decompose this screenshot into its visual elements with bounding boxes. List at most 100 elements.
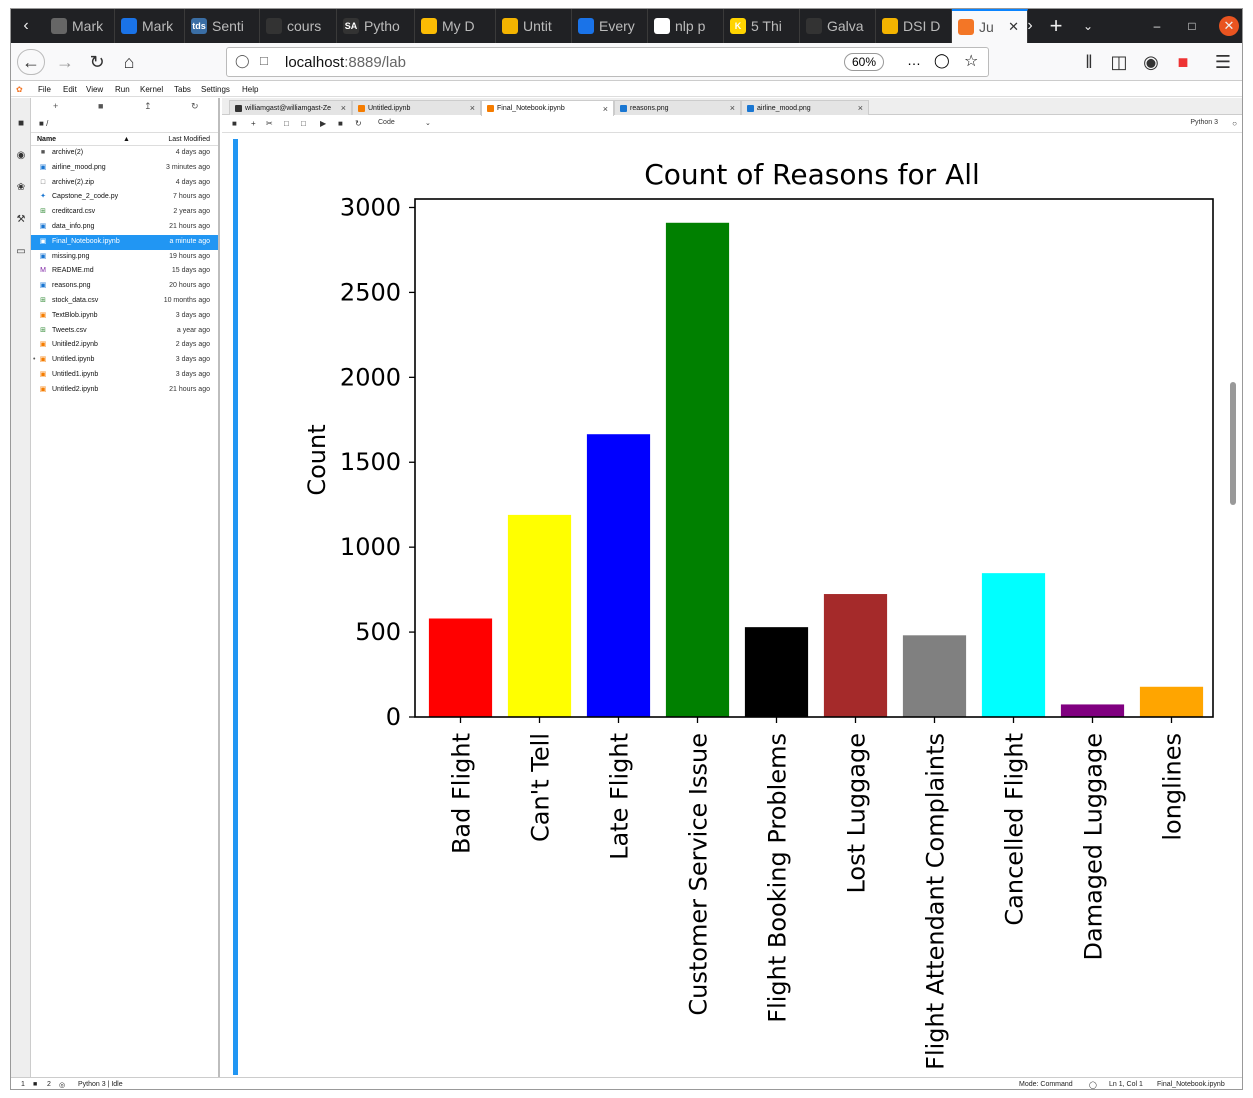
browser-tab[interactable]: K 5 Thi bbox=[724, 9, 800, 43]
paste-icon[interactable]: □ bbox=[301, 119, 306, 128]
file-row[interactable]: ▣ reasons.png 20 hours ago bbox=[31, 279, 218, 294]
restart-icon[interactable]: ↻ bbox=[355, 119, 362, 128]
insert-cell-icon[interactable]: + bbox=[251, 119, 256, 128]
menu-item-kernel[interactable]: Kernel bbox=[140, 85, 163, 94]
close-tab-icon[interactable]: × bbox=[603, 104, 608, 114]
new-tab-icon[interactable]: + bbox=[1041, 9, 1071, 43]
url-bar[interactable]: ◯ □ localhost:8889/lab 60% … ◯ ☆ bbox=[226, 47, 989, 77]
active-cell-indicator[interactable] bbox=[233, 139, 238, 1075]
tabs-icon[interactable]: ▭ bbox=[14, 246, 28, 260]
megaphone-icon[interactable]: ■ bbox=[1169, 49, 1197, 75]
document-tab[interactable]: Final_Notebook.ipynb × bbox=[481, 100, 614, 116]
page-info-icon[interactable]: □ bbox=[260, 53, 268, 68]
zoom-level[interactable]: 60% bbox=[844, 53, 884, 71]
page-actions-icon[interactable]: … bbox=[907, 52, 921, 68]
scrollbar-thumb[interactable] bbox=[1230, 382, 1236, 505]
close-tab-icon[interactable]: × bbox=[858, 103, 863, 113]
menu-item-file[interactable]: File bbox=[38, 85, 51, 94]
file-row[interactable]: ▣ missing.png 19 hours ago bbox=[31, 250, 218, 265]
name-column-header[interactable]: Name bbox=[37, 136, 56, 143]
close-window-icon[interactable]: ✕ bbox=[1214, 9, 1242, 43]
modified-column-header[interactable]: Last Modified bbox=[168, 136, 210, 143]
browser-tab[interactable]: Galva bbox=[800, 9, 876, 43]
breadcrumb[interactable]: ■ / bbox=[31, 116, 218, 132]
save-icon[interactable]: ■ bbox=[232, 119, 237, 128]
upload-icon[interactable]: ↥ bbox=[144, 101, 152, 112]
home-icon[interactable]: ⌂ bbox=[115, 49, 143, 75]
stop-icon[interactable]: ■ bbox=[338, 119, 343, 128]
file-row[interactable]: ▣ Final_Notebook.ipynb a minute ago bbox=[31, 234, 218, 250]
browser-tab[interactable]: DSI D bbox=[876, 9, 952, 43]
sort-caret-icon[interactable]: ▲ bbox=[123, 136, 130, 143]
menu-item-view[interactable]: View bbox=[86, 85, 103, 94]
document-tab[interactable]: Untitled.ipynb × bbox=[352, 100, 481, 115]
file-row[interactable]: ▣ Unitiled2.ipynb 2 days ago bbox=[31, 338, 218, 353]
file-row[interactable]: □ archive(2).zip 4 days ago bbox=[31, 176, 218, 191]
run-icon[interactable]: ▶ bbox=[320, 119, 326, 128]
palette-icon[interactable]: ❀ bbox=[14, 182, 28, 196]
file-row[interactable]: ⊞ stock_data.csv 10 months ago bbox=[31, 294, 218, 309]
status-mode-b[interactable]: 2 bbox=[47, 1081, 51, 1088]
pocket-icon[interactable]: ◯ bbox=[934, 52, 950, 69]
account-icon[interactable]: ◉ bbox=[1137, 49, 1165, 75]
file-row[interactable]: ⊞ Tweets.csv a year ago bbox=[31, 324, 218, 339]
browser-tab[interactable]: Untit bbox=[496, 9, 572, 43]
file-row[interactable]: ▣ Untitled2.ipynb 21 hours ago bbox=[31, 383, 218, 398]
file-row[interactable]: • ▣ Untitled.ipynb 3 days ago bbox=[31, 353, 218, 368]
browser-tab[interactable]: nlp p bbox=[648, 9, 724, 43]
sidebar-icon[interactable]: ◫ bbox=[1105, 49, 1133, 75]
refresh-icon[interactable]: ↻ bbox=[191, 101, 199, 112]
file-row[interactable]: ■ archive(2) 4 days ago bbox=[31, 146, 218, 161]
new-launcher-icon[interactable]: + bbox=[53, 101, 58, 111]
running-icon[interactable]: ◉ bbox=[14, 150, 28, 164]
shield-icon[interactable]: ◯ bbox=[235, 53, 250, 69]
bookmark-star-icon[interactable]: ☆ bbox=[964, 51, 978, 71]
cursor-position[interactable]: Ln 1, Col 1 bbox=[1109, 1081, 1143, 1088]
menu-item-settings[interactable]: Settings bbox=[201, 85, 230, 94]
file-row[interactable]: ⊞ creditcard.csv 2 years ago bbox=[31, 205, 218, 220]
cut-icon[interactable]: ✂ bbox=[266, 119, 273, 128]
cell-type-select[interactable]: Code bbox=[378, 119, 395, 126]
breadcrumb-path[interactable]: / bbox=[46, 119, 48, 128]
menu-item-help[interactable]: Help bbox=[242, 85, 258, 94]
reload-icon[interactable]: ↻ bbox=[83, 49, 111, 75]
library-icon[interactable]: ‖ bbox=[1075, 49, 1103, 75]
back-icon[interactable]: ← bbox=[17, 49, 45, 75]
hamburger-menu-icon[interactable]: ☰ bbox=[1209, 49, 1237, 75]
file-row[interactable]: ▣ airline_mood.png 3 minutes ago bbox=[31, 161, 218, 176]
minimize-icon[interactable]: – bbox=[1142, 9, 1172, 43]
folder-icon[interactable]: ■ bbox=[14, 118, 28, 132]
file-row[interactable]: ▣ TextBlob.ipynb 3 days ago bbox=[31, 309, 218, 324]
browser-tab[interactable]: SA Pytho bbox=[337, 9, 415, 43]
kernel-name[interactable]: Python 3 bbox=[1190, 119, 1218, 126]
status-mode-a[interactable]: 1 bbox=[21, 1081, 25, 1088]
document-tab[interactable]: reasons.png × bbox=[614, 100, 741, 115]
tab-scroll-left-icon[interactable]: ‹ bbox=[11, 9, 41, 43]
new-folder-icon[interactable]: ■ bbox=[98, 101, 103, 111]
browser-tab[interactable]: Mark bbox=[115, 9, 185, 43]
file-row[interactable]: ▣ data_info.png 21 hours ago bbox=[31, 220, 218, 235]
menu-item-run[interactable]: Run bbox=[115, 85, 130, 94]
browser-tab[interactable]: cours bbox=[260, 9, 337, 43]
browser-tab[interactable]: tds Senti bbox=[185, 9, 260, 43]
browser-tab[interactable]: Every bbox=[572, 9, 648, 43]
menu-item-tabs[interactable]: Tabs bbox=[174, 85, 191, 94]
forward-icon[interactable]: → bbox=[51, 49, 79, 75]
file-row[interactable]: ✦ Capstone_2_code.py 7 hours ago bbox=[31, 190, 218, 205]
file-row[interactable]: ▣ Untitled1.ipynb 3 days ago bbox=[31, 368, 218, 383]
tab-list-icon[interactable]: ⌄ bbox=[1073, 9, 1103, 43]
file-row[interactable]: M README.md 15 days ago bbox=[31, 264, 218, 279]
browser-tab[interactable]: Mark bbox=[45, 9, 115, 43]
kernel-status[interactable]: Python 3 | Idle bbox=[78, 1081, 123, 1088]
chevron-down-icon[interactable]: ⌄ bbox=[425, 119, 431, 127]
close-tab-icon[interactable]: × bbox=[341, 103, 346, 113]
copy-icon[interactable]: □ bbox=[284, 119, 289, 128]
browser-tab[interactable]: My D bbox=[415, 9, 496, 43]
menu-item-edit[interactable]: Edit bbox=[63, 85, 77, 94]
maximize-icon[interactable]: □ bbox=[1177, 9, 1207, 43]
close-tab-icon[interactable]: × bbox=[470, 103, 475, 113]
document-tab[interactable]: williamgast@williamgast-Ze × bbox=[229, 100, 352, 115]
document-tab[interactable]: airline_mood.png × bbox=[741, 100, 869, 115]
close-tab-icon[interactable]: × bbox=[730, 103, 735, 113]
wrench-icon[interactable]: ⚒ bbox=[14, 214, 28, 228]
